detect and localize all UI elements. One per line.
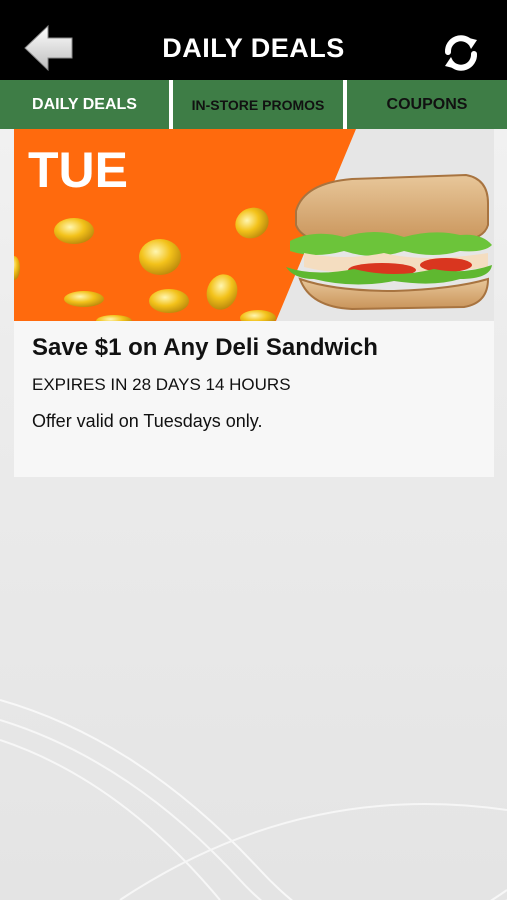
- refresh-icon: [445, 35, 477, 71]
- background-wave-decoration: [0, 699, 507, 900]
- tab-bar: DAILY DEALS IN-STORE PROMOS COUPONS: [0, 80, 507, 129]
- tab-label: COUPONS: [386, 95, 468, 113]
- deal-banner-image: TUE: [14, 129, 494, 321]
- tab-label: DAILY DEALS: [32, 95, 137, 113]
- banner-day-text: TUE: [28, 142, 128, 198]
- deal-description: Offer valid on Tuesdays only.: [32, 411, 263, 431]
- refresh-button[interactable]: [438, 30, 484, 76]
- deal-card[interactable]: TUE Save $1 on Any Deli Sandwich EXPIRES…: [14, 129, 494, 477]
- tab-coupons[interactable]: COUPONS: [347, 80, 507, 129]
- deal-expiration: EXPIRES IN 28 DAYS 14 HOURS: [32, 375, 291, 394]
- app-header: DAILY DEALS: [0, 0, 507, 80]
- deal-title: Save $1 on Any Deli Sandwich: [32, 334, 378, 361]
- tab-in-store-promos[interactable]: IN-STORE PROMOS: [173, 80, 343, 129]
- tab-daily-deals[interactable]: DAILY DEALS: [0, 80, 169, 129]
- tab-label: IN-STORE PROMOS: [191, 96, 325, 113]
- page-title: DAILY DEALS: [162, 33, 345, 63]
